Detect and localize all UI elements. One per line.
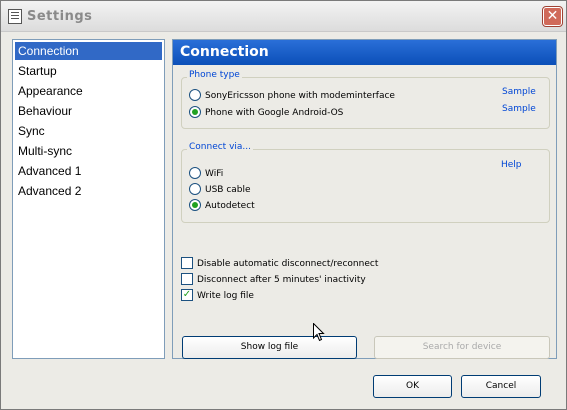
phone-type-group: Phone type SonyEricsson phone with modem… — [181, 70, 550, 129]
radio-label: Autodetect — [205, 201, 255, 211]
checkbox-label: Disable automatic disconnect/reconnect — [197, 259, 379, 269]
nav-item-behaviour[interactable]: Behaviour — [15, 102, 162, 120]
settings-nav-list: Connection Startup Appearance Behaviour … — [12, 39, 165, 359]
cancel-button[interactable]: Cancel — [461, 375, 541, 398]
mouse-cursor-icon — [313, 323, 325, 342]
connect-via-group: Connect via... Help WiFi USB cable Autod… — [181, 142, 550, 223]
nav-item-startup[interactable]: Startup — [15, 62, 162, 80]
nav-item-appearance[interactable]: Appearance — [15, 82, 162, 100]
window-title: Settings — [27, 9, 93, 24]
sample-link-2[interactable]: Sample — [502, 104, 536, 114]
show-log-file-button[interactable]: Show log file — [182, 336, 357, 359]
radio-circle[interactable] — [189, 89, 201, 101]
phone-type-title: Phone type — [187, 70, 242, 80]
checkbox-box[interactable] — [181, 273, 193, 285]
search-for-device-button[interactable]: Search for device — [374, 336, 550, 359]
close-button[interactable]: ✕ — [542, 6, 563, 27]
radio-circle[interactable] — [189, 183, 201, 195]
help-link[interactable]: Help — [501, 160, 522, 170]
checkbox-checked-icon[interactable]: ✓ — [181, 289, 193, 301]
connection-panel: Connection Phone type SonyEricsson phone… — [172, 39, 557, 359]
radio-label: SonyEricsson phone with modeminterface — [205, 91, 395, 101]
nav-item-advanced-2[interactable]: Advanced 2 — [15, 182, 162, 200]
radio-circle[interactable] — [189, 167, 201, 179]
checkbox-box[interactable] — [181, 257, 193, 269]
nav-item-sync[interactable]: Sync — [15, 122, 162, 140]
connect-via-title: Connect via... — [187, 142, 253, 152]
title-bar[interactable]: Settings ✕ — [1, 1, 566, 32]
sample-link-1[interactable]: Sample — [502, 87, 536, 97]
radio-circle[interactable] — [189, 106, 201, 118]
nav-item-multi-sync[interactable]: Multi-sync — [15, 142, 162, 160]
radio-label: WiFi — [205, 169, 224, 179]
ok-button[interactable]: OK — [373, 375, 452, 398]
settings-window: Settings ✕ Connection Startup Appearance… — [0, 0, 567, 410]
settings-app-icon — [8, 9, 22, 24]
nav-item-connection[interactable]: Connection — [15, 42, 162, 60]
checkbox-label: Disconnect after 5 minutes' inactivity — [197, 275, 366, 285]
panel-title: Connection — [173, 40, 556, 65]
radio-circle[interactable] — [189, 199, 201, 211]
radio-label: USB cable — [205, 185, 251, 195]
nav-item-advanced-1[interactable]: Advanced 1 — [15, 162, 162, 180]
radio-label: Phone with Google Android-OS — [205, 108, 344, 118]
checkbox-label: Write log file — [197, 291, 254, 301]
